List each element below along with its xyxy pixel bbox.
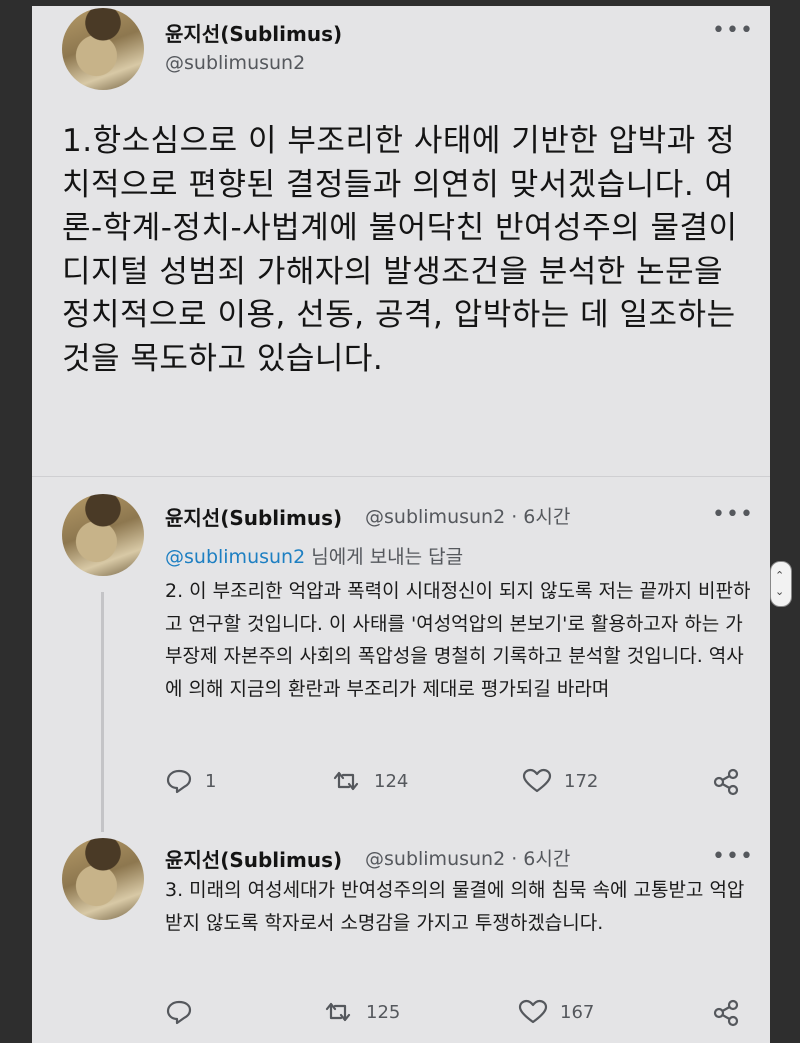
author-name[interactable]: 윤지선(Sublimus) [165, 18, 342, 47]
tweet-meta[interactable]: @sublimusun2 · 6시간 [365, 502, 570, 529]
divider [32, 476, 770, 477]
like-count: 167 [560, 1001, 595, 1023]
chevron-down-icon[interactable]: ⌄ [775, 586, 784, 597]
reply-count: 1 [205, 770, 217, 792]
like-button[interactable]: 167 [518, 999, 594, 1025]
avatar[interactable] [62, 494, 144, 576]
reply-suffix: 님에게 보내는 답글 [305, 546, 464, 568]
share-button[interactable] [712, 768, 740, 796]
more-icon[interactable]: ••• [712, 846, 754, 868]
retweet-button[interactable]: 124 [330, 768, 408, 794]
tweet-thread: 윤지선(Sublimus) @sublimusun2 ••• 1.항소심으로 이… [32, 6, 770, 1043]
share-icon [713, 999, 739, 1027]
like-button[interactable]: 172 [522, 768, 598, 794]
retweet-icon [325, 1002, 351, 1022]
share-button[interactable] [712, 999, 740, 1027]
chevron-up-icon[interactable]: ⌃ [775, 570, 784, 581]
like-count: 172 [564, 770, 599, 792]
share-icon [713, 768, 739, 796]
reply-button[interactable] [165, 999, 193, 1025]
tweet-meta[interactable]: @sublimusun2 · 6시간 [365, 844, 570, 871]
avatar[interactable] [62, 8, 144, 90]
avatar[interactable] [62, 838, 144, 920]
reply-icon [166, 1000, 192, 1025]
retweet-icon [333, 771, 359, 791]
author-handle[interactable]: @sublimusun2 [165, 52, 305, 74]
retweet-count: 125 [366, 1001, 401, 1023]
reply-mention-link[interactable]: @sublimusun2 [165, 546, 305, 568]
more-icon[interactable]: ••• [712, 504, 754, 526]
heart-icon [522, 768, 552, 793]
reply-button[interactable]: 1 [165, 768, 216, 794]
more-icon[interactable]: ••• [712, 20, 754, 42]
reply1-text: 2. 이 부조리한 억압과 폭력이 시대정신이 되지 않도록 저는 끝까지 비판… [165, 580, 751, 700]
reply-icon [166, 769, 192, 794]
heart-icon [518, 999, 548, 1024]
reply2-text: 3. 미래의 여성세대가 반여성주의의 물결에 의해 침묵 속에 고통받고 억압… [165, 879, 745, 934]
retweet-count: 124 [374, 770, 409, 792]
author-name[interactable]: 윤지선(Sublimus) [165, 502, 342, 531]
main-tweet-text: 1.항소심으로 이 부조리한 사태에 기반한 압박과 정치적으로 편향된 결정들… [62, 123, 738, 377]
author-name[interactable]: 윤지선(Sublimus) [165, 844, 342, 873]
scroll-control[interactable]: ⌃ ⌄ [770, 561, 792, 607]
thread-line [101, 592, 104, 832]
replying-to: @sublimusun2 님에게 보내는 답글 [165, 542, 463, 569]
retweet-button[interactable]: 125 [322, 999, 400, 1025]
